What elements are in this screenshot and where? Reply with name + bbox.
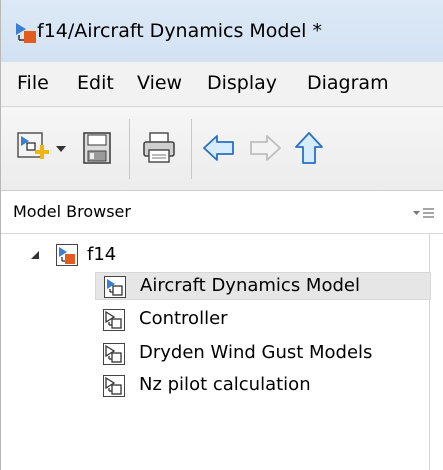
window-title: f14/Aircraft Dynamics Model * bbox=[37, 20, 322, 42]
tree-root-item[interactable]: f14 bbox=[1, 242, 431, 268]
tree-item-label: Nz pilot calculation bbox=[139, 374, 311, 395]
tree-item-nz-pilot-calculation[interactable]: Nz pilot calculation bbox=[95, 372, 431, 400]
up-arrow-icon[interactable] bbox=[291, 130, 327, 166]
toolbar-separator bbox=[191, 119, 192, 179]
tree-item-aircraft-dynamics-model[interactable]: Aircraft Dynamics Model bbox=[95, 272, 431, 300]
menu-display[interactable]: Display bbox=[207, 72, 277, 94]
toolbar bbox=[1, 107, 443, 191]
model-browser-header: Model Browser bbox=[1, 191, 443, 234]
expand-collapse-icon[interactable] bbox=[30, 250, 40, 260]
simulink-model-icon bbox=[16, 23, 36, 43]
save-icon[interactable] bbox=[79, 130, 115, 166]
toolbar-separator bbox=[129, 119, 130, 179]
menu-bar: File Edit View Display Diagram bbox=[1, 62, 443, 107]
tree-item-label: Dryden Wind Gust Models bbox=[139, 342, 373, 363]
forward-arrow-icon[interactable] bbox=[247, 130, 283, 166]
menu-edit[interactable]: Edit bbox=[77, 72, 114, 94]
tree-item-label: Controller bbox=[139, 308, 228, 329]
print-icon[interactable] bbox=[141, 130, 177, 166]
model-hierarchy-tree: f14 Aircraft Dynamics Model Controller D… bbox=[1, 234, 443, 470]
dropdown-arrow-icon[interactable] bbox=[53, 130, 69, 166]
tree-item-controller[interactable]: Controller bbox=[95, 306, 431, 334]
tree-item-label: Aircraft Dynamics Model bbox=[140, 275, 360, 296]
tree-root-label: f14 bbox=[87, 244, 117, 265]
simulink-window: f14/Aircraft Dynamics Model * File Edit … bbox=[0, 0, 443, 470]
subsystem-icon bbox=[103, 309, 125, 331]
model-icon bbox=[56, 244, 78, 266]
menu-file[interactable]: File bbox=[17, 72, 49, 94]
menu-diagram[interactable]: Diagram bbox=[307, 72, 389, 94]
subsystem-icon bbox=[103, 375, 125, 397]
title-bar: f14/Aircraft Dynamics Model * bbox=[1, 0, 443, 63]
panel-menu-icon[interactable] bbox=[413, 206, 435, 220]
subsystem-icon bbox=[103, 343, 125, 365]
new-model-icon[interactable] bbox=[15, 130, 51, 166]
tree-item-dryden-wind-gust-models[interactable]: Dryden Wind Gust Models bbox=[95, 340, 431, 368]
model-browser-title: Model Browser bbox=[13, 202, 131, 221]
subsystem-icon bbox=[104, 276, 126, 298]
menu-view[interactable]: View bbox=[137, 72, 182, 94]
back-arrow-icon[interactable] bbox=[201, 130, 237, 166]
